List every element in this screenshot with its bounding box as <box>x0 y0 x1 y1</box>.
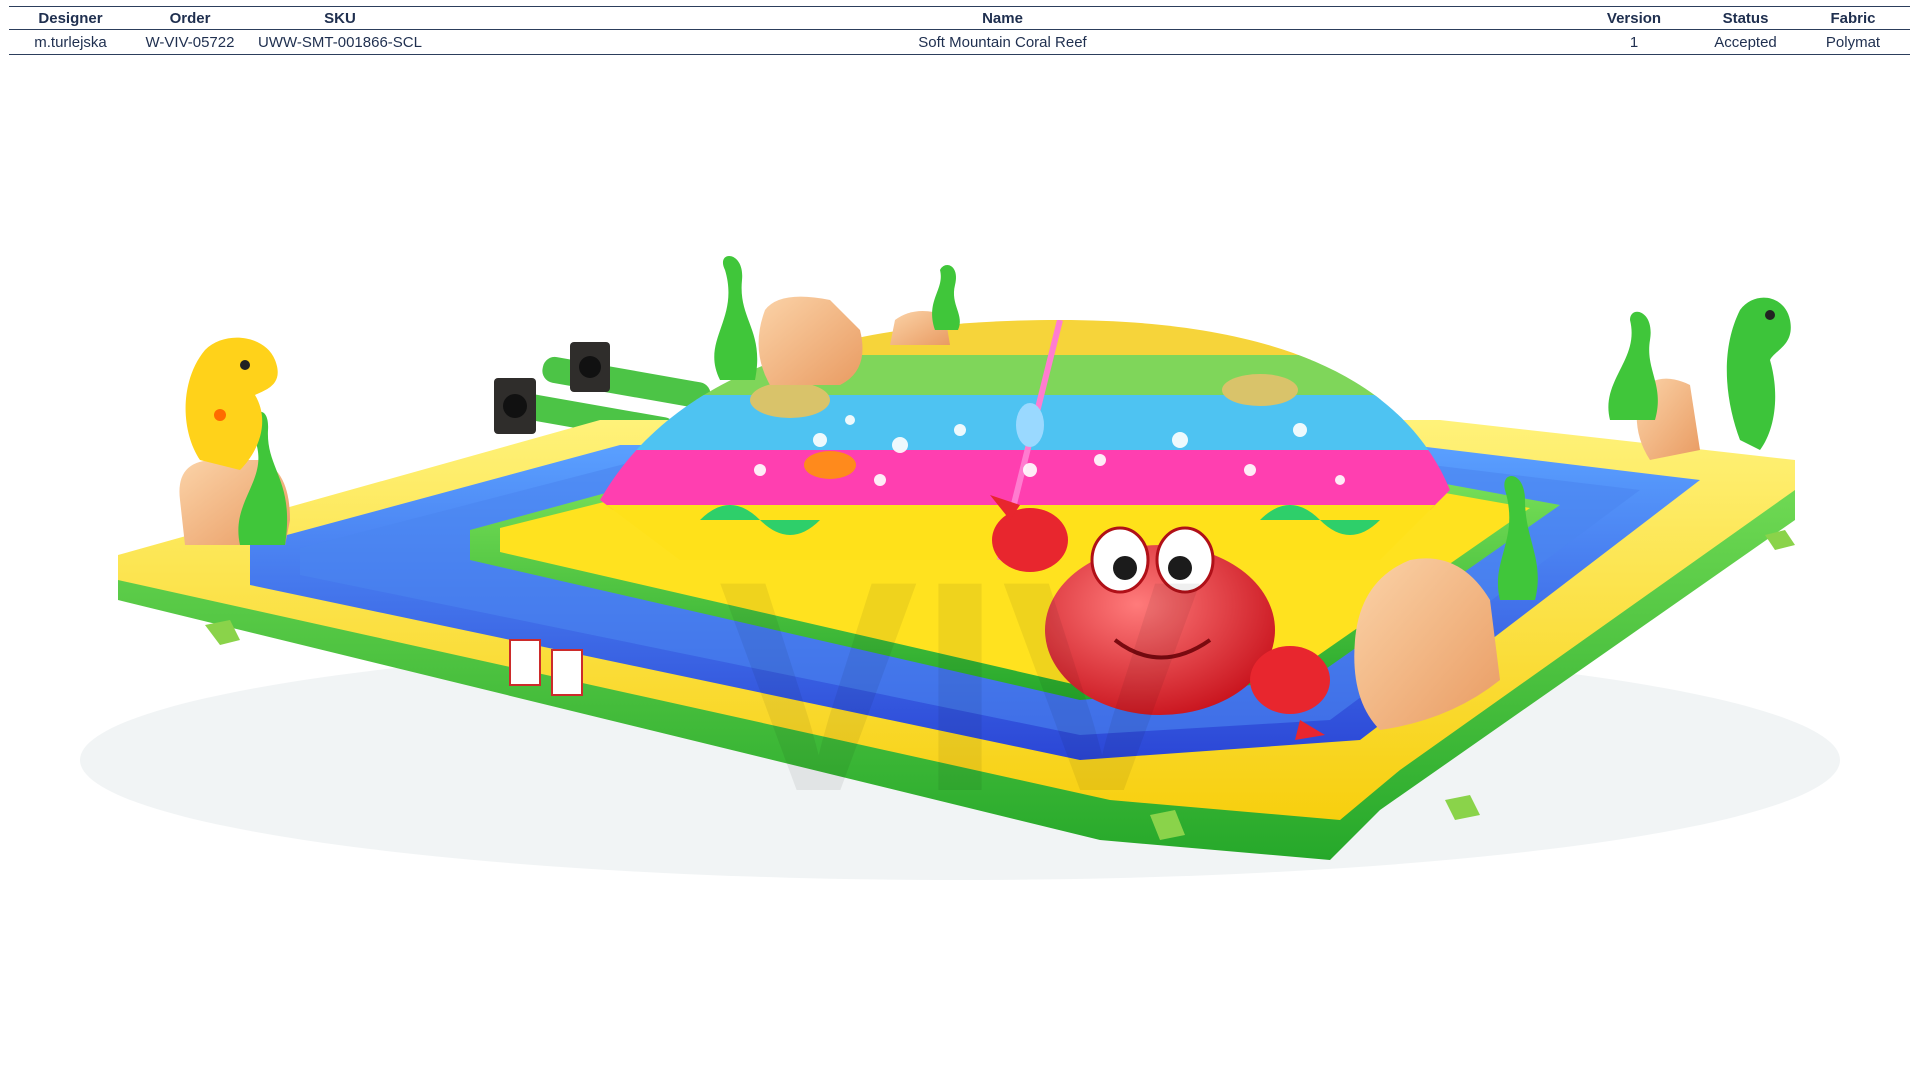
product-render: VIV <box>80 256 1840 880</box>
header-status: Status <box>1695 6 1796 30</box>
table-header-row: Designer Order SKU Name Version Status F… <box>9 6 1910 30</box>
turtle-print <box>1222 374 1298 406</box>
header-name: Name <box>432 6 1573 30</box>
spec-sheet: Designer Order SKU Name Version Status F… <box>0 0 1920 1080</box>
cell-fabric: Polymat <box>1796 29 1910 55</box>
jellyfish-print <box>1016 403 1044 447</box>
cell-order: W-VIV-05722 <box>132 29 248 55</box>
header-designer: Designer <box>9 6 132 30</box>
header-fabric: Fabric <box>1796 6 1910 30</box>
header-order: Order <box>132 6 248 30</box>
cell-status: Accepted <box>1695 29 1796 55</box>
header-version: Version <box>1573 6 1695 30</box>
table-row: m.turlejska W-VIV-05722 UWW-SMT-001866-S… <box>9 29 1910 55</box>
cell-sku: UWW-SMT-001866-SCL <box>248 29 432 55</box>
clownfish-print <box>804 451 856 479</box>
header-sku: SKU <box>248 6 432 30</box>
watermark: VIV <box>718 518 1203 854</box>
cell-designer: m.turlejska <box>9 29 132 55</box>
cell-version: 1 <box>1573 29 1695 55</box>
cell-name: Soft Mountain Coral Reef <box>432 29 1573 55</box>
seahorse-green <box>1726 297 1791 450</box>
turtle-print <box>750 382 830 418</box>
product-info-table: Designer Order SKU Name Version Status F… <box>9 6 1910 55</box>
